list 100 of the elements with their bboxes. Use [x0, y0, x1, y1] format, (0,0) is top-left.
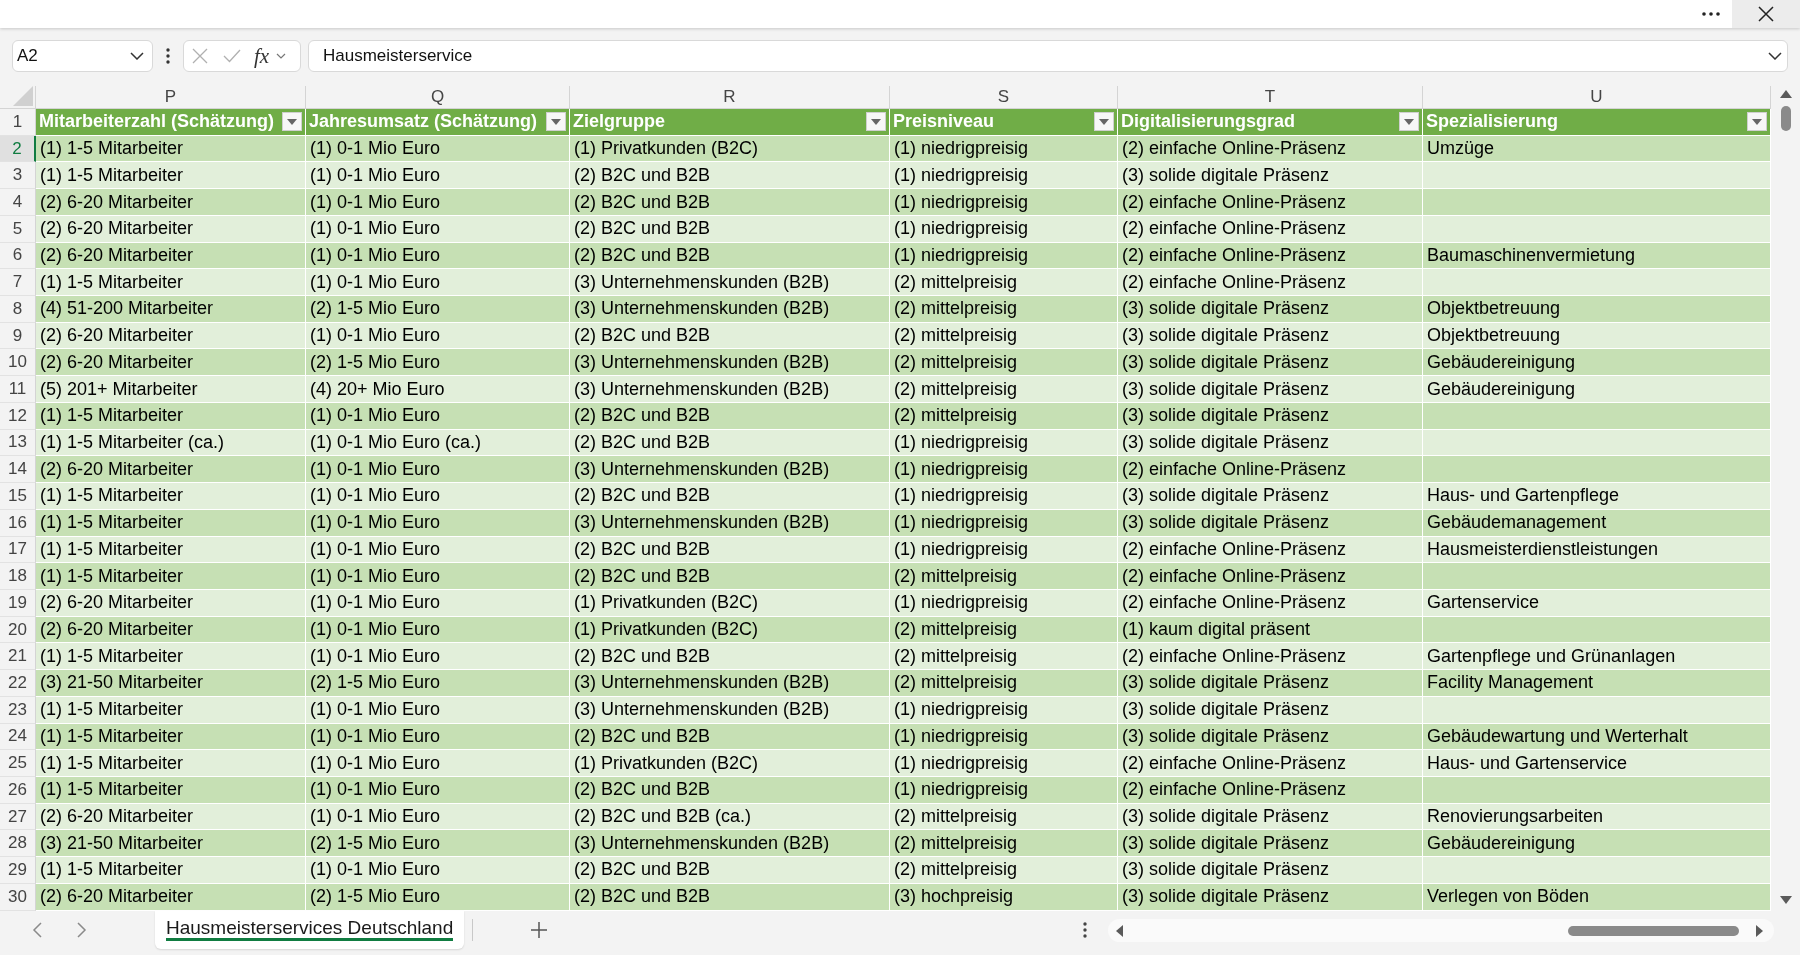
cell-text: (2) 6-20 Mitarbeiter [40, 886, 194, 908]
chevron-down-icon[interactable] [1768, 52, 1782, 60]
cell-text: (1) 1-5 Mitarbeiter [40, 271, 184, 293]
cell-text: (1) 1-5 Mitarbeiter [40, 538, 184, 560]
cell-text: (2) 1-5 Mio Euro [310, 672, 441, 694]
cell-text: Gebäudereinigung [1427, 832, 1576, 854]
cell-text: (2) B2C und B2B [574, 485, 711, 507]
cell-text: (1) 0-1 Mio Euro [310, 485, 441, 507]
cell-text: (2) mittelpreisig [894, 378, 1018, 400]
scrollbar-thumb[interactable] [1780, 106, 1791, 131]
filter-button[interactable] [1399, 112, 1419, 132]
cell-text: (5) 201+ Mitarbeiter [40, 378, 198, 400]
name-box[interactable]: A2 [12, 40, 153, 72]
cell-text: (2) B2C und B2B [574, 538, 711, 560]
cell-text: Objektbetreuung [1427, 325, 1561, 347]
chevron-left-icon[interactable] [32, 922, 42, 938]
sheet-tab[interactable]: Hausmeisterservices Deutschland [155, 911, 465, 949]
row-number[interactable]: 2 [0, 135, 36, 163]
formula-field[interactable]: Hausmeisterservice [308, 40, 1788, 72]
cell-text: (1) kaum digital präsent [1122, 619, 1311, 640]
cell-text: (1) 1-5 Mitarbeiter (ca.) [40, 432, 225, 453]
cell-text: (2) mittelpreisig [894, 405, 1018, 427]
cell-text: (1) niedrigpreisig [894, 485, 1029, 507]
cell-text: (2) 1-5 Mio Euro [310, 832, 441, 854]
triangle-right-icon[interactable] [1756, 924, 1763, 937]
dropdown-arrow-icon [287, 118, 297, 125]
cell-text: (1) 1-5 Mitarbeiter [40, 485, 184, 507]
cell-text: (3) solide digitale Präsenz [1122, 886, 1330, 908]
cell-text: (2) einfache Online-Präsenz [1122, 218, 1347, 240]
chevron-right-icon[interactable] [77, 922, 87, 938]
cell-text: (1) 1-5 Mitarbeiter [40, 725, 184, 747]
cell-text: (3) solide digitale Präsenz [1122, 512, 1330, 534]
cell-text: (1) 1-5 Mitarbeiter [40, 565, 184, 587]
cell-text: Renovierungsarbeiten [1427, 806, 1604, 828]
cell-text: (1) 0-1 Mio Euro [310, 218, 441, 240]
cell-text: (1) 1-5 Mitarbeiter [40, 645, 184, 667]
cell-text: (2) einfache Online-Präsenz [1122, 645, 1347, 667]
triangle-up-icon[interactable] [1779, 90, 1792, 98]
check-icon[interactable] [223, 49, 241, 63]
column-title: Mitarbeiterzahl (Schätzung) [39, 111, 275, 133]
cell-text: (1) 0-1 Mio Euro [310, 725, 441, 747]
cell-text: (1) 0-1 Mio Euro [310, 138, 441, 160]
cell-text: (1) 0-1 Mio Euro [310, 699, 441, 721]
cell-text: (3) 21-50 Mitarbeiter [40, 672, 204, 694]
cell-text: (3) solide digitale Präsenz [1122, 485, 1330, 507]
vertical-dots-icon[interactable] [1083, 922, 1087, 938]
cell-text: (1) 0-1 Mio Euro [310, 806, 441, 828]
cell-text: Gartenservice [1427, 592, 1540, 614]
filter-button[interactable] [282, 112, 302, 132]
cell-text: (1) niedrigpreisig [894, 538, 1029, 560]
triangle-down-icon[interactable] [1779, 896, 1792, 904]
cell-text: (2) einfache Online-Präsenz [1122, 565, 1347, 587]
cell-text: (1) 0-1 Mio Euro [310, 779, 441, 801]
cell-text: (1) 0-1 Mio Euro [310, 752, 441, 774]
close-button[interactable] [1732, 0, 1800, 28]
cell-text: Gebäudereinigung [1427, 351, 1576, 373]
cell-text: (2) B2C und B2B [574, 244, 711, 266]
cell-text: (2) einfache Online-Präsenz [1122, 271, 1347, 293]
cell-text: (2) mittelpreisig [894, 832, 1018, 854]
close-icon [1758, 6, 1774, 22]
cell-text: (1) niedrigpreisig [894, 191, 1029, 213]
cell-text: (1) 0-1 Mio Euro [310, 512, 441, 534]
horizontal-scrollbar[interactable] [1108, 919, 1774, 942]
cell-text: (2) mittelpreisig [894, 271, 1018, 293]
cell-text: (2) B2C und B2B [574, 405, 711, 427]
cell-text: Baumaschinenvermietung [1427, 244, 1636, 266]
cell-text: (2) B2C und B2B [574, 218, 711, 240]
three-dots-icon[interactable] [1702, 12, 1720, 16]
cell-text: (1) niedrigpreisig [894, 432, 1029, 453]
plus-icon[interactable] [531, 922, 548, 938]
triangle-left-icon[interactable] [1116, 924, 1123, 937]
filter-button[interactable] [546, 112, 566, 132]
cell-text: (1) 0-1 Mio Euro [310, 859, 441, 881]
filter-button[interactable] [1747, 112, 1767, 132]
column-title: Zielgruppe [573, 111, 665, 133]
cell-text: Gebäudereinigung [1427, 378, 1576, 400]
vertical-dots-icon[interactable] [166, 48, 170, 64]
cell-text: (2) 6-20 Mitarbeiter [40, 458, 194, 480]
cell-text: (2) einfache Online-Präsenz [1122, 779, 1347, 801]
cell-text: (2) 6-20 Mitarbeiter [40, 218, 194, 240]
cell-text: (2) B2C und B2B [574, 432, 711, 453]
cell-text: (2) mittelpreisig [894, 565, 1018, 587]
cell-text: (3) solide digitale Präsenz [1122, 699, 1330, 721]
cell-text: (3) hochpreisig [894, 886, 1014, 908]
filter-button[interactable] [866, 112, 886, 132]
cell-text: (2) einfache Online-Präsenz [1122, 592, 1347, 614]
scrollbar-thumb[interactable] [1568, 925, 1739, 936]
cell-text: (1) 0-1 Mio Euro [310, 325, 441, 347]
insert-function-button[interactable]: fx [253, 44, 271, 68]
dropdown-arrow-icon [1752, 118, 1762, 125]
cell-text: (3) Unternehmenskunden (B2B) [574, 378, 830, 400]
filter-button[interactable] [1094, 112, 1114, 132]
cell-text: (1) niedrigpreisig [894, 512, 1029, 534]
cell-text: (1) 0-1 Mio Euro [310, 164, 441, 186]
cell-text: Gartenpflege und Grünanlagen [1427, 645, 1676, 667]
cell-text: (2) B2C und B2B [574, 725, 711, 747]
cell-text: (2) einfache Online-Präsenz [1122, 458, 1347, 480]
cell-text: (3) solide digitale Präsenz [1122, 806, 1330, 828]
chevron-down-icon[interactable] [130, 52, 144, 60]
dropdown-arrow-icon [551, 118, 561, 125]
